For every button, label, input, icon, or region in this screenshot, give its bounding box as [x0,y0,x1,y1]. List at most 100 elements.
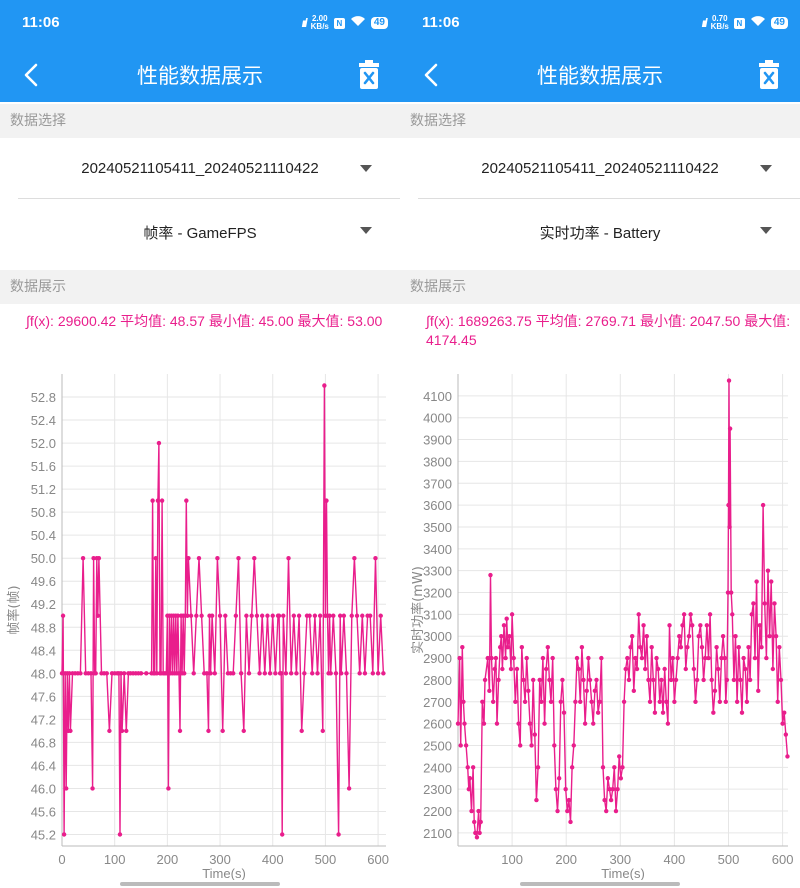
metric-dropdown[interactable]: 帧率 - GameFPS [0,200,400,262]
data-point [651,677,656,683]
trash-icon [359,60,379,89]
dropdown-arrow-icon [760,165,772,172]
data-point [769,579,774,584]
y-tick-label: 3100 [423,607,452,622]
y-tick-label: 2800 [423,673,452,688]
delete-button[interactable] [356,60,382,90]
data-point [524,655,529,661]
data-point [220,728,225,734]
status-time: 11:06 [422,14,460,31]
y-tick-label: 2900 [423,651,452,666]
data-point [759,644,764,650]
data-point [778,677,784,683]
data-point [608,797,614,803]
y-tick-label: 46.0 [31,781,56,796]
data-point [529,743,534,748]
data-point [244,613,249,618]
data-point [716,666,721,672]
data-point [782,710,787,715]
y-tick-label: 51.6 [31,459,56,474]
data-point [485,655,490,661]
data-point [460,644,465,650]
status-bar: 11:06 ııl 2.00 KB/s N 49 [0,0,400,46]
data-point [155,498,161,503]
data-point [685,644,690,650]
data-point [757,623,763,628]
app-bar: 性能数据展示 [0,46,400,102]
data-point [344,671,349,676]
data-point [734,699,740,704]
data-point [470,765,476,770]
y-tick-label: 3800 [423,454,452,469]
y-tick-label: 2500 [423,738,452,753]
data-point [615,786,620,792]
file-dropdown[interactable]: 20240521105411_20240521110422 [0,138,400,200]
data-point [633,655,638,661]
data-point [522,699,528,704]
metric-dropdown-value: 实时功率 - Battery [539,225,661,242]
x-tick-label: 500 [718,852,740,867]
y-tick-label: 49.2 [31,597,56,612]
data-point [104,671,109,676]
nav-gesture-handle[interactable] [520,882,680,886]
y-tick-label: 2700 [423,695,452,710]
data-point [617,754,622,759]
data-point [339,671,344,676]
data-point [733,634,738,639]
data-point [717,699,723,704]
data-point [117,832,123,837]
y-tick-label: 52.4 [31,413,56,428]
data-point [68,728,73,734]
y-tick-label: 46.8 [31,735,56,750]
metric-dropdown[interactable]: 实时功率 - Battery [400,200,800,262]
y-tick-label: 3700 [423,476,452,491]
data-point [741,655,746,661]
data-point [675,655,680,661]
x-tick-label: 200 [157,852,179,867]
y-tick-label: 2100 [423,826,452,841]
data-point [373,555,378,561]
x-tick-label: 600 [772,852,794,867]
delete-button[interactable] [756,60,782,90]
data-point [381,671,386,676]
data-point [594,677,599,683]
data-point [516,721,521,726]
data-point [548,699,554,704]
data-point [642,666,648,672]
data-point [754,579,759,584]
data-point [683,666,688,672]
data-point [584,688,589,694]
nav-gesture-handle[interactable] [120,882,280,886]
data-point [743,666,748,672]
data-point [634,666,640,672]
data-point [535,765,541,770]
y-tick-label: 48.0 [31,666,56,681]
data-point [310,671,315,676]
data-point [537,677,542,683]
x-tick-label: 100 [104,852,126,867]
chart-svg: 2100 2200 2300 2400 2500 2600 2700 2800 2900 3000… [410,374,794,881]
data-point [341,613,347,618]
data-point [589,699,594,704]
data-point [462,721,467,726]
status-bar: 11:06 ııl 0.70 KB/s N 49 [400,0,800,46]
data-point [208,671,213,676]
data-point [704,623,710,628]
screen-battery: 11:06 ııl 0.70 KB/s N 49 性能数据展示 数据选择 202… [400,0,800,888]
data-point [631,688,637,694]
data-point [267,671,273,676]
data-point [673,677,679,683]
data-point [302,671,307,676]
file-dropdown[interactable]: 20240521105411_20240521110422 [400,138,800,200]
x-tick-label: 300 [209,852,231,867]
data-point [602,797,607,803]
battery-chart[interactable]: 2100 2200 2300 2400 2500 2600 2700 2800 2900 3000… [400,360,800,881]
data-point [209,613,215,618]
data-point [265,613,270,618]
fps-chart[interactable]: 45.2 45.6 46.0 46.4 46.8 47.2 47.6 48.0 48.4 48.8… [0,360,400,881]
data-point [312,613,318,618]
data-point [501,623,507,628]
data-point [188,613,194,618]
data-point [489,655,494,661]
wifi-icon [750,14,766,32]
